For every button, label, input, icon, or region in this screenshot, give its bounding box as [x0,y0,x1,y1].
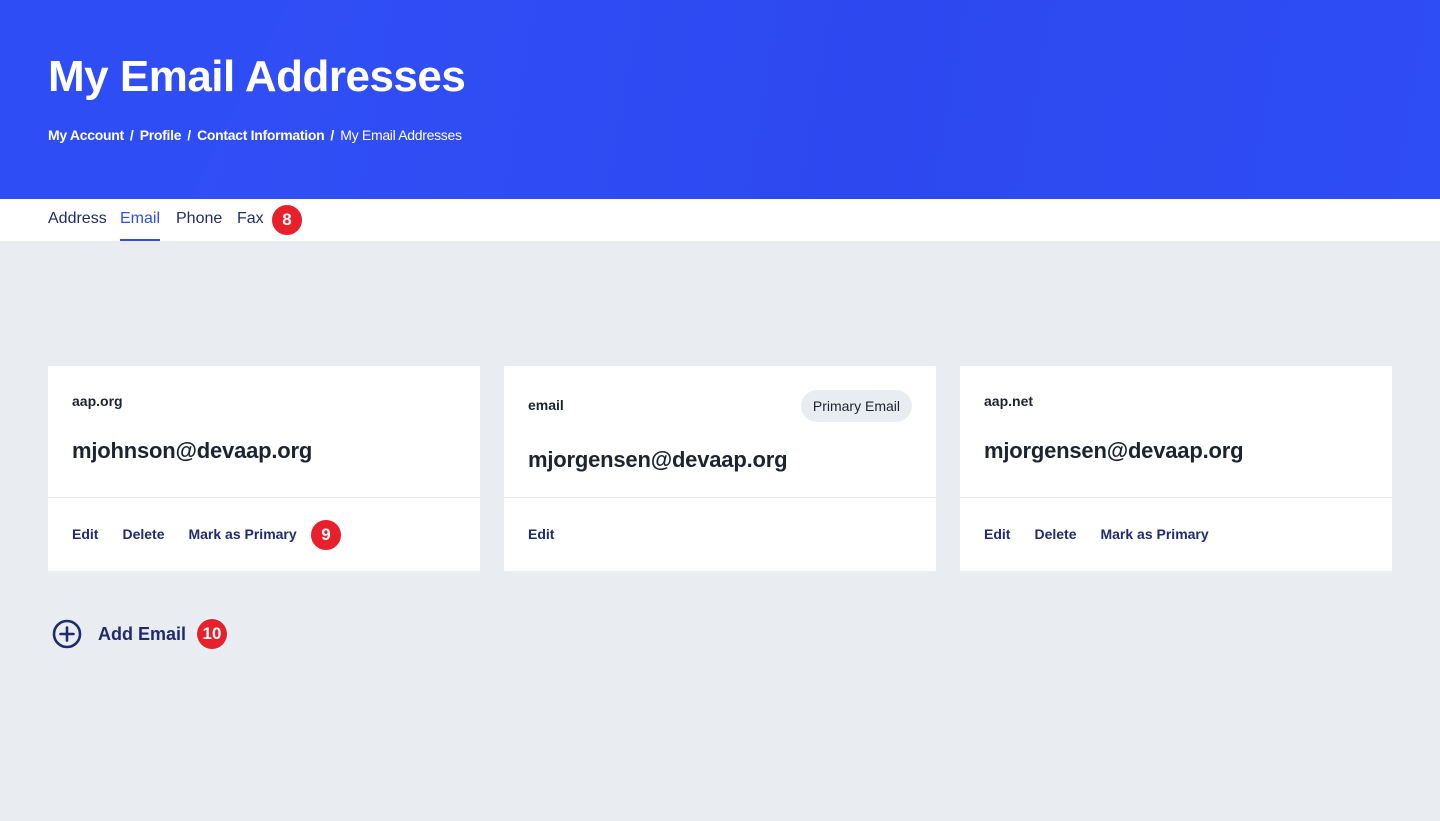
email-card-actions: Edit Delete Mark as Primary [72,524,321,544]
breadcrumb-profile[interactable]: Profile [140,127,182,143]
annotation-marker: 10 [196,618,228,650]
tab-address[interactable]: Address [48,199,107,241]
email-card-actions: Edit Delete Mark as Primary [984,524,1233,544]
email-card-body: aap.net mjorgensen@devaap.org [960,366,1392,498]
email-type-label: email [528,397,564,413]
annotation-marker: 8 [271,204,303,236]
add-email-label: Add Email [98,623,187,644]
primary-email-badge: Primary Email [800,390,912,422]
email-card-primary: email Primary Email mjorgensen@devaap.or… [504,366,936,571]
email-card: aap.net mjorgensen@devaap.org Edit Delet… [960,366,1392,571]
breadcrumb: My Account / Profile / Contact Informati… [48,127,462,143]
tab-email[interactable]: Email [120,199,161,241]
breadcrumb-separator: / [129,127,134,143]
edit-button[interactable]: Edit [984,526,1010,542]
contact-tabs: Address Email Phone Fax 8 [0,199,1440,241]
delete-button[interactable]: Delete [1034,526,1076,542]
annotation-marker: 9 [310,519,342,551]
email-card-body: aap.org mjohnson@devaap.org [48,366,480,498]
edit-button[interactable]: Edit [528,526,554,542]
breadcrumb-contact-information[interactable]: Contact Information [197,127,325,143]
edit-button[interactable]: Edit [72,526,98,542]
delete-button[interactable]: Delete [122,526,164,542]
email-card-actions: Edit [528,524,578,544]
breadcrumb-my-account[interactable]: My Account [48,127,124,143]
email-card: aap.org mjohnson@devaap.org Edit Delete … [48,366,480,571]
email-card-body: email Primary Email mjorgensen@devaap.or… [504,366,936,498]
add-email-button[interactable]: Add Email [52,619,186,649]
breadcrumb-separator: / [187,127,192,143]
page-title: My Email Addresses [48,52,466,101]
mark-as-primary-button[interactable]: Mark as Primary [1100,526,1208,542]
tab-phone[interactable]: Phone [176,199,222,241]
email-type-label: aap.org [72,393,123,409]
page-header: My Email Addresses My Account / Profile … [0,0,1440,199]
tab-fax[interactable]: Fax [237,199,264,241]
plus-circle-icon [52,619,82,649]
email-type-label: aap.net [984,393,1034,409]
breadcrumb-separator: / [330,127,335,143]
email-address: mjorgensen@devaap.org [984,438,1244,463]
email-address: mjorgensen@devaap.org [528,447,788,472]
email-address: mjohnson@devaap.org [72,438,313,463]
mark-as-primary-button[interactable]: Mark as Primary [188,526,296,542]
breadcrumb-current: My Email Addresses [340,127,462,143]
